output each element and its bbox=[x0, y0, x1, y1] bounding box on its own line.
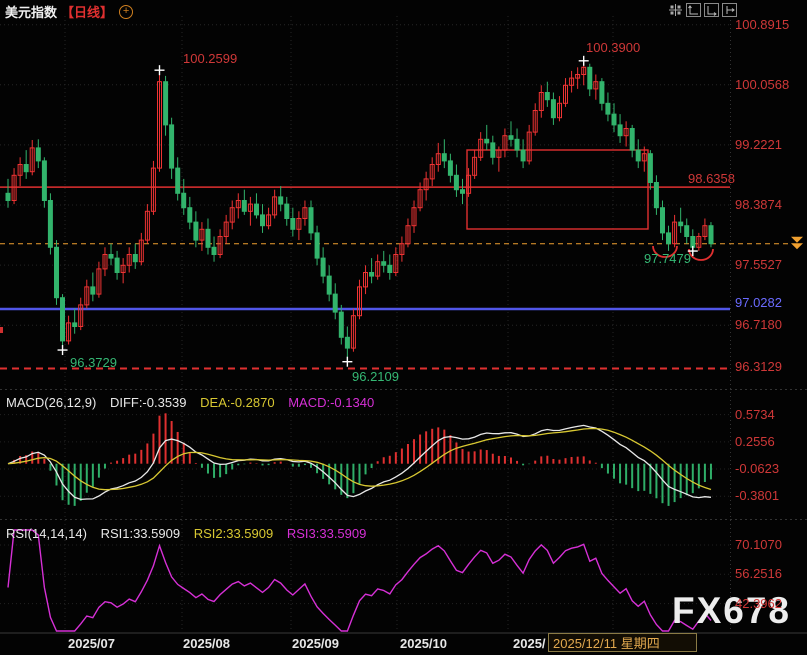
rsi-header: RSI(14,14,14) RSI1:33.5909 RSI2:33.5909 … bbox=[6, 526, 376, 541]
macd-axis-tick: 0.2556 bbox=[735, 435, 775, 449]
rsi-axis-tick: 56.2516 bbox=[735, 567, 782, 581]
rsi-line bbox=[8, 530, 711, 631]
left-edge-marker bbox=[0, 327, 3, 333]
price-axis-tick: 96.7180 bbox=[735, 318, 782, 332]
macd-axis-tick: 0.5734 bbox=[735, 408, 775, 422]
cursor-date-label: 2025/12/11 星期四 bbox=[553, 636, 660, 651]
chart-toolbar bbox=[668, 3, 737, 17]
macd-axis-tick: -0.0623 bbox=[735, 462, 779, 476]
annotation-high-nov: 100.3900 bbox=[586, 41, 640, 55]
macd-diff-value: DIFF:-0.3539 bbox=[110, 395, 187, 410]
chart-window: 美元指数 【日线】 + 100.8915100.056899.22219 bbox=[0, 0, 807, 655]
chart-titlebar: 美元指数 【日线】 + bbox=[5, 2, 133, 21]
period-tag: 【日线】 bbox=[61, 2, 113, 21]
annotation-low-sep: 96.2109 bbox=[352, 370, 399, 384]
macd-axis-tick: -0.3801 bbox=[735, 489, 779, 503]
cursor-date-box: 2025/12/11 星期四 bbox=[548, 633, 697, 652]
x-axis-label: 2025/09 bbox=[292, 637, 339, 651]
annotation-dashed-level: 96.3129 bbox=[735, 360, 782, 374]
symbol-title: 美元指数 bbox=[5, 2, 57, 21]
macd-diff-line bbox=[8, 425, 711, 499]
price-axis-tick: 98.3874 bbox=[735, 198, 782, 212]
macd-macd-value: MACD:-0.1340 bbox=[288, 395, 374, 410]
rsi2-value: RSI2:33.5909 bbox=[194, 526, 274, 541]
rsi-axis-tick: 42.3962 bbox=[735, 597, 782, 611]
x-axis-label: 2025/ bbox=[513, 637, 546, 651]
annotation-high-jul: 100.2599 bbox=[183, 52, 237, 66]
price-axis-tick: 100.8915 bbox=[735, 18, 789, 32]
annotation-low-jul: 96.3729 bbox=[70, 356, 117, 370]
macd-header: MACD(26,12,9) DIFF:-0.3539 DEA:-0.2870 M… bbox=[6, 395, 384, 410]
x-axis-label: 2025/07 bbox=[68, 637, 115, 651]
price-axis-tick: 99.2221 bbox=[735, 138, 782, 152]
rsi3-value: RSI3:33.5909 bbox=[287, 526, 367, 541]
candles-layer bbox=[6, 61, 713, 362]
macd-layer bbox=[8, 413, 711, 506]
annotation-double-bottom: 97.7479 bbox=[644, 252, 691, 266]
annotation-blue-level: 97.0282 bbox=[735, 296, 782, 310]
x-axis-label: 2025/10 bbox=[400, 637, 447, 651]
last-price-marker bbox=[791, 237, 803, 250]
export-icon[interactable] bbox=[722, 3, 737, 17]
axis-zoom-icon[interactable] bbox=[686, 3, 701, 17]
rsi-label: RSI(14,14,14) bbox=[6, 526, 87, 541]
price-axis-tick: 97.5527 bbox=[735, 258, 782, 272]
rsi-axis-tick: 70.1070 bbox=[735, 538, 782, 552]
rsi1-value: RSI1:33.5909 bbox=[101, 526, 181, 541]
x-axis-label: 2025/08 bbox=[183, 637, 230, 651]
annotation-resistance: 98.6358 bbox=[688, 172, 735, 186]
add-indicator-button[interactable]: + bbox=[119, 5, 133, 19]
price-axis-tick: 100.0568 bbox=[735, 78, 789, 92]
macd-label: MACD(26,12,9) bbox=[6, 395, 96, 410]
axis-pan-icon[interactable] bbox=[704, 3, 719, 17]
macd-dea-value: DEA:-0.2870 bbox=[200, 395, 274, 410]
move-icon[interactable] bbox=[668, 3, 683, 17]
chart-canvas[interactable] bbox=[0, 0, 807, 655]
